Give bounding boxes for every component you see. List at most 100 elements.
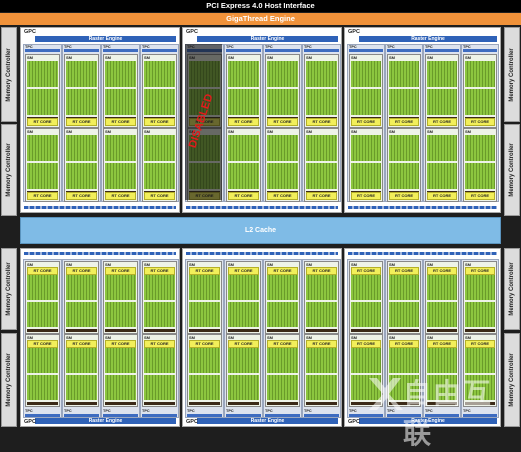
- cuda-core-array: [351, 163, 381, 189]
- cuda-core-array: [66, 275, 97, 300]
- rt-core: RT CORE: [351, 340, 381, 348]
- tpc-label: TPC: [349, 409, 357, 413]
- rt-core: RT CORE: [27, 340, 58, 348]
- streaming-multiprocessor: SMRT CORE: [387, 128, 421, 202]
- raster-engine: Raster Engine: [197, 418, 338, 424]
- pcie-host-interface: PCI Express 4.0 Host Interface: [0, 0, 521, 12]
- cuda-core-array: [351, 135, 381, 161]
- tpc: SM RT CORE SM RT CORE TPC: [302, 259, 341, 418]
- rt-core: RT CORE: [465, 192, 495, 200]
- sm-label: SM: [267, 55, 273, 60]
- cuda-core-array: [306, 61, 337, 87]
- memory-controller: Memory Controller: [504, 248, 520, 330]
- streaming-multiprocessor: SMRT CORE: [25, 54, 60, 128]
- tpc: TPCSMRT CORESMRT CORE: [23, 44, 62, 202]
- gpc: GPC Raster Engine TPC SM RT CORE SM RT CORE TPC…: [20, 27, 180, 213]
- polymorph-engine: [187, 414, 222, 417]
- gigathread-engine: GigaThread Engine: [0, 13, 521, 25]
- rt-core: RT CORE: [306, 118, 337, 126]
- streaming-multiprocessor: SMRT CORE: [265, 334, 300, 407]
- texture-unit-row: [389, 329, 419, 332]
- cuda-core-array: [389, 275, 419, 300]
- streaming-multiprocessor: SM RT CORE: [103, 54, 138, 128]
- rt-core: RT CORE: [105, 118, 136, 126]
- rt-core: RT CORE: [66, 267, 97, 275]
- cuda-core-array: [228, 348, 259, 373]
- cuda-core-array: [267, 348, 298, 373]
- rt-core: RT CORE: [144, 192, 175, 200]
- cuda-core-array: [189, 302, 220, 327]
- cuda-core-array: [267, 61, 298, 87]
- rt-core: RT CORE: [228, 192, 259, 200]
- sm-label: SM: [351, 55, 357, 60]
- cuda-core-array: [105, 302, 136, 327]
- polymorph-engine: [265, 49, 300, 52]
- streaming-multiprocessor: SMRT CORE: [142, 334, 177, 407]
- streaming-multiprocessor: SMRT CORE: [387, 54, 421, 128]
- streaming-multiprocessor: SMRT CORE: [463, 261, 497, 334]
- texture-unit-row: [267, 329, 298, 332]
- tpc: SM RT CORE SM RT CORE TPC: [185, 259, 224, 418]
- rt-core: RT CORE: [228, 340, 259, 348]
- cuda-core-array: [144, 275, 175, 300]
- tpc: TPCSMRT CORESMRT CORE: [461, 44, 499, 202]
- rt-core: RT CORE: [144, 340, 175, 348]
- sm-label: SM: [228, 129, 234, 134]
- cuda-core-array: [105, 163, 136, 189]
- cuda-core-array: [389, 135, 419, 161]
- rt-core: RT CORE: [351, 267, 381, 275]
- raster-engine: Raster Engine: [359, 36, 497, 42]
- texture-unit-row: [105, 329, 136, 332]
- polymorph-engine: [103, 414, 138, 417]
- cuda-core-array: [267, 375, 298, 400]
- sm-label: SM: [66, 129, 72, 134]
- texture-unit-row: [228, 329, 259, 332]
- cuda-core-array: [427, 275, 457, 300]
- texture-unit-row: [351, 329, 381, 332]
- polymorph-engine: [463, 49, 497, 52]
- rt-core: RT CORE: [306, 267, 337, 275]
- sm-label: SM: [427, 55, 433, 60]
- sm-label: SM: [105, 55, 111, 60]
- streaming-multiprocessor: SMRT CORE: [187, 334, 222, 407]
- cuda-core-array: [389, 163, 419, 189]
- tpc-label: TPC: [265, 409, 273, 413]
- streaming-multiprocessor: SMRT CORE: [304, 128, 339, 202]
- sm-label: SM: [465, 129, 471, 134]
- cuda-core-array: [27, 61, 58, 87]
- cuda-core-array: [306, 135, 337, 161]
- memory-controller: Memory Controller: [1, 333, 17, 427]
- tpc: TPCSMRT CORESMRT CORE: [140, 44, 179, 202]
- memory-bus-row: [186, 252, 338, 255]
- cuda-core-array: [427, 135, 457, 161]
- cuda-core-array: [306, 163, 337, 189]
- rt-core: RT CORE: [427, 192, 457, 200]
- texture-unit-row: [144, 402, 175, 405]
- rt-core: RT CORE: [427, 118, 457, 126]
- sm-label: SM: [66, 55, 72, 60]
- tpc: SM RT CORE SM RT CORE TPC: [23, 259, 62, 418]
- polymorph-engine: [304, 49, 339, 52]
- streaming-multiprocessor: SMRT CORE: [349, 128, 383, 202]
- tpc: SM RT CORE SM RT CORE TPC: [140, 259, 179, 418]
- cuda-core-array: [189, 275, 220, 300]
- memory-controller: Memory Controller: [1, 27, 17, 122]
- polymorph-engine: [304, 414, 339, 417]
- tpc-label: TPC: [226, 409, 234, 413]
- streaming-multiprocessor: SM RT CORE: [425, 54, 459, 128]
- cuda-core-array: [144, 135, 175, 161]
- cuda-core-array: [267, 163, 298, 189]
- cuda-core-array: [105, 89, 136, 115]
- gpc-label: GPC: [186, 29, 198, 35]
- streaming-multiprocessor: SMRT CORE: [64, 128, 99, 202]
- texture-unit-row: [66, 402, 97, 405]
- streaming-multiprocessor: SMRT CORE: [226, 54, 261, 128]
- cuda-core-array: [66, 135, 97, 161]
- memory-bus-row: [348, 252, 497, 255]
- sm-label: SM: [144, 129, 150, 134]
- cuda-core-array: [27, 375, 58, 400]
- cuda-core-array: [267, 302, 298, 327]
- polymorph-engine: [25, 49, 60, 52]
- gpc-label: GPC: [186, 419, 198, 425]
- cuda-core-array: [105, 275, 136, 300]
